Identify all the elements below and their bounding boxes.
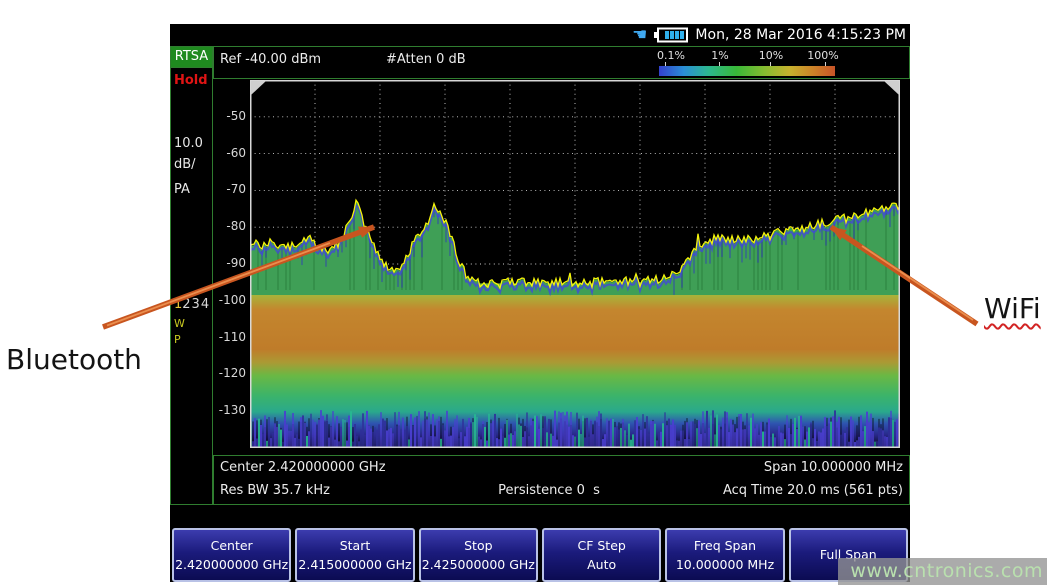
spectrum-svg: [250, 80, 900, 448]
preamp-annunciator: PA: [174, 182, 190, 197]
legend-label-0: 0.1%: [657, 49, 685, 62]
analyzer-screen: ☚ Mon, 28 Mar 2016 4:15:23 PM RTSA Hold …: [170, 24, 910, 582]
display-annunciator: P: [174, 333, 181, 346]
sidebar-annunciators: RTSA Hold 10.0 dB/ PA 1234 W P: [170, 46, 213, 505]
softkey-label: Freq Span: [694, 536, 756, 555]
trace-numbers: 1234: [174, 297, 210, 312]
softkey-value: Auto: [587, 555, 616, 574]
softkey-label: Start: [340, 536, 371, 555]
bottom-annotation-box: Center 2.420000000 GHz Span 10.000000 MH…: [213, 455, 910, 505]
softkey-cf-step[interactable]: CF Step Auto: [542, 528, 661, 582]
softkey-bar: Center 2.420000000 GHz Start 2.415000000…: [170, 528, 910, 582]
persistence-text: Persistence 0 s: [484, 483, 614, 498]
sweep-state: Hold: [174, 73, 208, 88]
trace-inactive: 234: [182, 297, 210, 312]
softkey-value: 2.415000000 GHz: [298, 555, 411, 574]
center-freq-text: Center 2.420000000 GHz: [220, 460, 386, 475]
span-text: Span 10.000000 MHz: [764, 460, 903, 475]
bluetooth-label: Bluetooth: [6, 343, 142, 376]
status-bar: ☚ Mon, 28 Mar 2016 4:15:23 PM: [170, 24, 910, 46]
y-tick: -70: [210, 182, 246, 196]
legend-label-2: 10%: [759, 49, 783, 62]
softkey-stop[interactable]: Stop 2.425000000 GHz: [419, 528, 538, 582]
softkey-freq-span[interactable]: Freq Span 10.000000 MHz: [665, 528, 784, 582]
wifi-label: WiFi: [984, 292, 1041, 325]
battery-icon: [652, 26, 690, 44]
y-tick: -110: [210, 330, 246, 344]
y-tick: -130: [210, 403, 246, 417]
scale-unit: dB/: [174, 157, 196, 172]
spectrum-plot: [250, 80, 900, 448]
legend-label-1: 1%: [711, 49, 728, 62]
softkey-center[interactable]: Center 2.420000000 GHz: [172, 528, 291, 582]
mode-badge: RTSA: [171, 47, 212, 68]
y-tick: -80: [210, 219, 246, 233]
ref-level-text: Ref -40.00 dBm: [220, 52, 321, 67]
y-tick: -100: [210, 293, 246, 307]
watermark: www.cntronics.com: [838, 558, 1047, 585]
softkey-start[interactable]: Start 2.415000000 GHz: [295, 528, 414, 582]
y-tick: -120: [210, 366, 246, 380]
softkey-value: 2.420000000 GHz: [175, 555, 288, 574]
softkey-value: 2.425000000 GHz: [422, 555, 535, 574]
acq-time-text: Acq Time 20.0 ms (561 pts): [723, 483, 903, 498]
top-annotation-row: Ref -40.00 dBm #Atten 0 dB 0.1% 1% 10% 1…: [213, 46, 910, 79]
external-power-icon: ☚: [632, 27, 647, 44]
res-bw-text: Res BW 35.7 kHz: [220, 483, 330, 498]
softkey-label: Stop: [464, 536, 492, 555]
detector-annunciator: W: [174, 317, 185, 330]
softkey-label: Center: [211, 536, 253, 555]
legend-label-3: 100%: [807, 49, 838, 62]
atten-text: #Atten 0 dB: [386, 52, 466, 67]
y-tick: -50: [210, 109, 246, 123]
y-tick: -90: [210, 256, 246, 270]
y-tick: -60: [210, 146, 246, 160]
datetime-text: Mon, 28 Mar 2016 4:15:23 PM: [695, 27, 906, 43]
density-colorbar: [659, 66, 835, 76]
scale-value: 10.0: [174, 136, 203, 151]
softkey-label: CF Step: [577, 536, 625, 555]
page: ☚ Mon, 28 Mar 2016 4:15:23 PM RTSA Hold …: [0, 0, 1047, 587]
softkey-value: 10.000000 MHz: [676, 555, 774, 574]
